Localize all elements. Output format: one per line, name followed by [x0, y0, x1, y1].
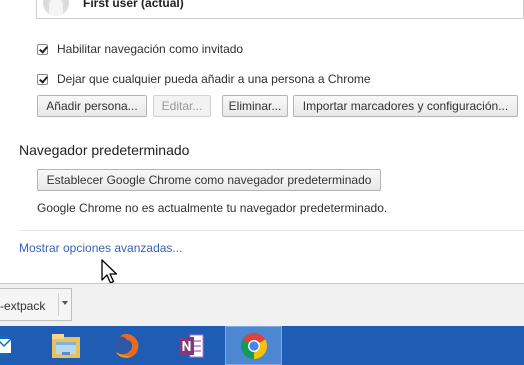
section-divider — [19, 230, 524, 231]
profile-list: First user (actual) — [36, 0, 524, 19]
import-bookmarks-button[interactable]: Importar marcadores y configuración... — [293, 95, 518, 117]
default-browser-status: Google Chrome no es actualmente tu naveg… — [37, 201, 388, 215]
firefox-icon — [114, 333, 139, 358]
download-shelf: -extpack — [0, 283, 524, 326]
download-item[interactable]: -extpack — [0, 288, 72, 321]
guest-browsing-option[interactable]: Habilitar navegación como invitado — [37, 41, 243, 57]
taskbar-file-explorer[interactable] — [37, 326, 94, 365]
edit-person-button[interactable]: Editar... — [153, 95, 211, 117]
download-menu-arrow-icon[interactable] — [62, 301, 68, 305]
taskbar-outlook[interactable] — [0, 326, 20, 365]
guest-browsing-label: Habilitar navegación como invitado — [57, 42, 244, 56]
chrome-icon — [240, 332, 267, 359]
add-person-checkbox[interactable] — [37, 73, 48, 85]
guest-browsing-checkbox[interactable] — [37, 43, 48, 55]
remove-person-button[interactable]: Eliminar... — [222, 95, 288, 117]
add-person-option[interactable]: Dejar que cualquier pueda añadir a una p… — [37, 71, 371, 87]
outlook-icon — [0, 335, 12, 356]
download-filename: -extpack — [0, 299, 46, 313]
add-person-button[interactable]: Añadir persona... — [37, 95, 147, 117]
file-explorer-icon — [51, 333, 80, 358]
onenote-icon — [178, 334, 203, 357]
taskbar — [0, 326, 524, 365]
set-default-browser-button[interactable]: Establecer Google Chrome como navegador … — [37, 169, 381, 191]
user-avatar-icon — [43, 0, 69, 16]
taskbar-onenote[interactable] — [162, 326, 219, 365]
taskbar-firefox[interactable] — [98, 326, 155, 365]
default-browser-heading: Navegador predeterminado — [19, 142, 190, 158]
profile-name[interactable]: First user (actual) — [83, 0, 184, 10]
add-person-label: Dejar que cualquier pueda añadir a una p… — [57, 72, 371, 86]
taskbar-chrome[interactable] — [225, 326, 282, 365]
show-advanced-settings-link[interactable]: Mostrar opciones avanzadas... — [19, 241, 182, 255]
download-separator — [58, 293, 59, 316]
